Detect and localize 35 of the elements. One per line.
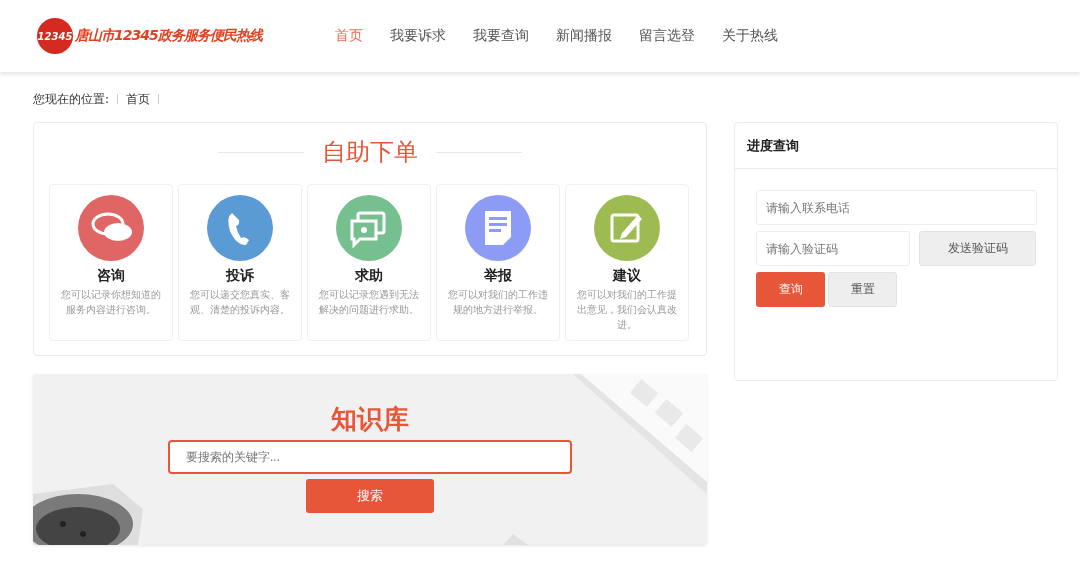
search-field[interactable]: 要搜索的关键字...: [168, 440, 572, 474]
card-description: 您可以递交您真实、客观、清楚的投诉内容。: [189, 288, 291, 317]
card-title: 求助: [355, 267, 383, 285]
breadcrumb-link[interactable]: 首页: [126, 90, 151, 108]
reset-button[interactable]: 重置: [828, 272, 897, 307]
nav-link[interactable]: 我要查询: [473, 27, 529, 45]
nav-link[interactable]: 关于热线: [722, 27, 778, 45]
service-card[interactable]: 建议 您可以对我们的工作提出意见，我们会认真改进。: [565, 184, 689, 341]
phone-field[interactable]: 请输入联系电话: [756, 190, 1037, 225]
section-title: 自助下单: [322, 137, 418, 168]
nav-link[interactable]: 留言选登: [639, 27, 695, 45]
card-title: 咨询: [97, 267, 125, 285]
service-card[interactable]: 求助 您可以记录您遇到无法解决的问题进行求助。: [307, 184, 431, 341]
search-button[interactable]: 搜索: [306, 479, 434, 513]
card-description: 您可以对我们的工作提出意见，我们会认真改进。: [576, 288, 678, 332]
card-title: 投诉: [226, 267, 254, 285]
card-description: 您可以记录您遇到无法解决的问题进行求助。: [318, 288, 420, 317]
nav-link[interactable]: 我要诉求: [390, 27, 446, 45]
card-title: 举报: [484, 267, 512, 285]
breadcrumb-label: 您现在的位置:: [33, 90, 110, 108]
send-code-button[interactable]: 发送验证码: [919, 231, 1036, 266]
card-description: 您可以对我们的工作违规的地方进行举报。: [447, 288, 549, 317]
code-field[interactable]: 请输入验证码: [756, 231, 910, 266]
panel-title: 进度查询: [735, 123, 1057, 169]
service-card[interactable]: 举报 您可以对我们的工作违规的地方进行举报。: [436, 184, 560, 341]
service-card[interactable]: 咨询 您可以记录你想知道的服务内容进行咨询。: [49, 184, 173, 341]
card-description: 您可以记录你想知道的服务内容进行咨询。: [60, 288, 162, 317]
logo-title: 唐山市12345政务服务便民热线: [75, 27, 262, 45]
nav-link[interactable]: 新闻播报: [556, 27, 612, 45]
query-button[interactable]: 查询: [756, 272, 825, 307]
logo[interactable]: 12345 唐山市12345政务服务便民热线: [37, 18, 335, 54]
service-card[interactable]: 投诉 您可以递交您真实、客观、清楚的投诉内容。: [178, 184, 302, 341]
logo-mark: 12345: [37, 18, 73, 54]
section-title: 知识库: [331, 403, 409, 436]
card-title: 建议: [613, 267, 641, 285]
